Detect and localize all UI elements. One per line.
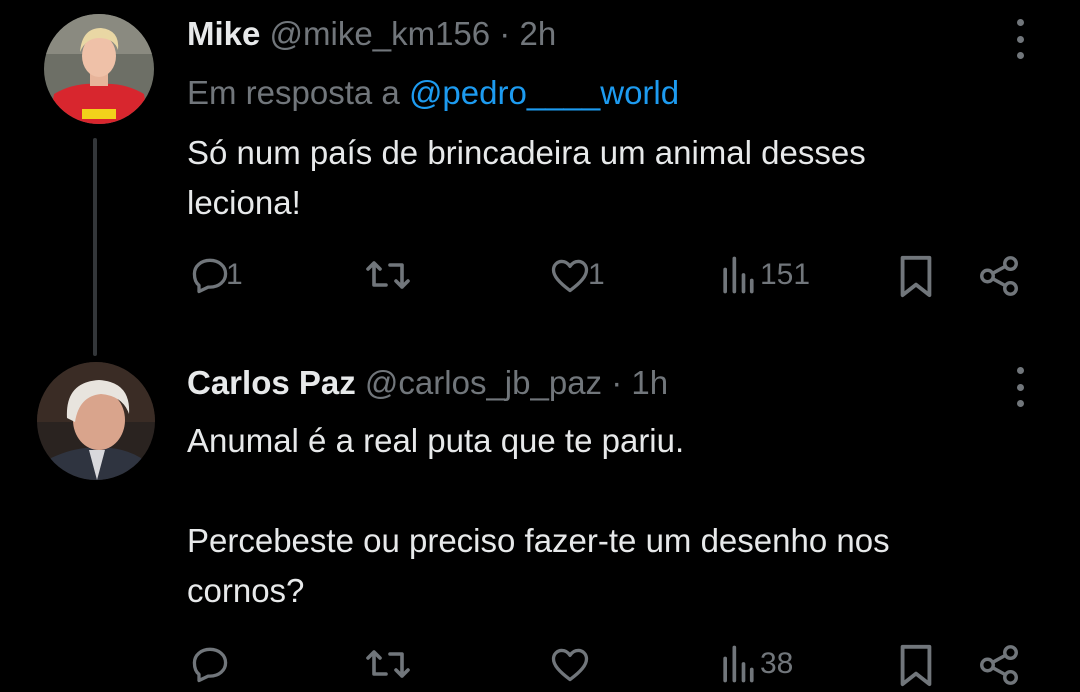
reply-button[interactable]: 1 bbox=[188, 253, 243, 297]
like-icon bbox=[551, 648, 589, 682]
views-icon bbox=[723, 645, 754, 683]
tweet-text-line: leciona! bbox=[187, 184, 301, 221]
tweet-text: Anumal é a real puta que te pariu. Perce… bbox=[187, 416, 890, 616]
repost-button[interactable] bbox=[364, 253, 416, 297]
tweet-text-line: Só num país de brincadeira um animal des… bbox=[187, 134, 866, 171]
tweet-header: Carlos Paz @carlos_jb_paz · 1h bbox=[187, 364, 668, 402]
avatar-carlos[interactable] bbox=[37, 362, 155, 480]
reply-count: 1 bbox=[226, 258, 243, 291]
view-count: 151 bbox=[760, 258, 811, 291]
views-button[interactable]: 38 bbox=[720, 642, 793, 686]
bookmark-icon bbox=[900, 255, 932, 298]
man-avatar-image bbox=[37, 362, 155, 480]
action-bar: 38 bbox=[0, 642, 1080, 692]
tweet-text-line: Anumal é a real puta que te pariu. bbox=[187, 422, 685, 459]
like-icon bbox=[551, 259, 589, 293]
tweet-2[interactable]: Carlos Paz @carlos_jb_paz · 1h Anumal é … bbox=[0, 340, 1080, 687]
separator-dot: · bbox=[611, 364, 623, 401]
views-button[interactable]: 151 bbox=[720, 253, 810, 297]
tweet-text-line: Percebeste ou preciso fazer-te um desenh… bbox=[187, 522, 890, 559]
more-icon[interactable] bbox=[1008, 19, 1032, 59]
share-button[interactable] bbox=[976, 253, 1022, 299]
tweet-header: Mike @mike_km156 · 2h bbox=[187, 15, 556, 53]
thread-line bbox=[93, 138, 97, 356]
bookmark-button[interactable] bbox=[896, 642, 936, 688]
separator-dot: · bbox=[499, 15, 511, 52]
author-name[interactable]: Mike bbox=[187, 15, 260, 52]
like-button[interactable]: 1 bbox=[548, 253, 605, 297]
share-button[interactable] bbox=[976, 642, 1022, 688]
reply-mention-link[interactable]: @pedro____world bbox=[409, 74, 679, 111]
timestamp[interactable]: 2h bbox=[519, 15, 556, 52]
more-icon[interactable] bbox=[1008, 367, 1032, 407]
avatar-mike[interactable] bbox=[44, 14, 154, 124]
reply-button[interactable] bbox=[188, 642, 236, 686]
tweet-text-line: cornos? bbox=[187, 572, 305, 609]
player-avatar-image bbox=[44, 14, 154, 124]
like-button[interactable] bbox=[548, 642, 596, 686]
author-handle[interactable]: @carlos_jb_paz bbox=[365, 364, 602, 401]
timestamp[interactable]: 1h bbox=[631, 364, 668, 401]
bookmark-button[interactable] bbox=[896, 253, 936, 299]
author-handle[interactable]: @mike_km156 bbox=[270, 15, 491, 52]
views-icon bbox=[723, 256, 754, 294]
reply-prefix: Em resposta a bbox=[187, 74, 400, 111]
view-count: 38 bbox=[760, 647, 794, 680]
share-icon bbox=[980, 256, 1018, 296]
action-bar: 1 1 151 bbox=[0, 253, 1080, 303]
like-count: 1 bbox=[588, 258, 605, 291]
tweet-1[interactable]: Mike @mike_km156 · 2h Em resposta a @ped… bbox=[0, 0, 1080, 356]
bookmark-icon bbox=[900, 644, 932, 687]
share-icon bbox=[980, 645, 1018, 685]
reply-icon bbox=[192, 647, 228, 683]
repost-icon bbox=[366, 261, 410, 289]
repost-button[interactable] bbox=[364, 642, 416, 686]
reply-context: Em resposta a @pedro____world bbox=[187, 74, 679, 112]
author-name[interactable]: Carlos Paz bbox=[187, 364, 356, 401]
repost-icon bbox=[366, 650, 410, 678]
tweet-text: Só num país de brincadeira um animal des… bbox=[187, 128, 866, 228]
tweet-text-line bbox=[187, 466, 890, 516]
